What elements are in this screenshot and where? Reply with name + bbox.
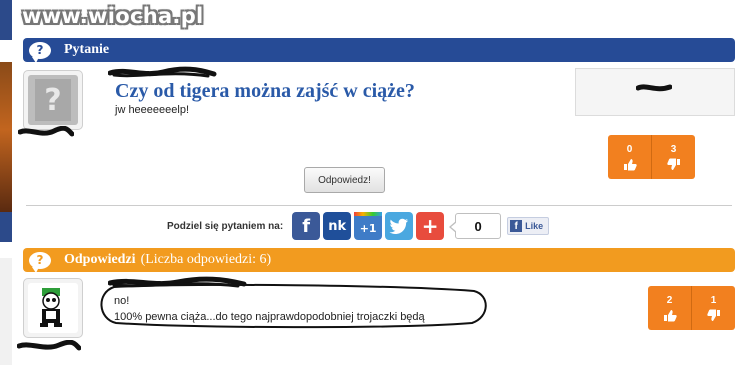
divider [26, 205, 732, 206]
share-row: Podziel się pytaniem na: f nk +1 + 0 f L… [167, 212, 550, 240]
twitter-bird-icon [389, 218, 409, 234]
answers-header-title: Odpowiedzi [64, 252, 136, 267]
answer-body: no! 100% pewna ciąża...do tego najprawdo… [114, 293, 425, 325]
facebook-icon[interactable]: f [292, 212, 321, 240]
thumbs-down-icon [666, 158, 680, 170]
nk-label: nk [328, 218, 347, 234]
question-bubble-icon: ? [29, 41, 51, 63]
vote-up-count: 0 [626, 143, 633, 155]
answers-header-bar: ? Odpowiedzi (Liczba odpowiedzi: 6) [23, 248, 735, 273]
nk-icon[interactable]: nk [323, 212, 352, 240]
like-label: Like [525, 221, 544, 231]
redacted-username-scribble [108, 66, 217, 78]
thumbs-up-icon [623, 158, 637, 170]
thumbs-up-icon [663, 309, 677, 321]
background-strip [0, 258, 12, 365]
twitter-icon[interactable] [385, 212, 414, 240]
vote-down-count: 1 [710, 294, 717, 306]
question-vote-box: 0 3 [608, 135, 695, 179]
share-count: 0 [449, 213, 502, 239]
answer-button[interactable]: Odpowiedz! [304, 167, 385, 193]
share-label: Podziel się pytaniem na: [167, 220, 284, 232]
redacted-text-scribble [636, 84, 672, 92]
vote-down-button[interactable]: 1 [691, 286, 735, 330]
background-strip [0, 212, 12, 242]
redacted-username-scribble [17, 340, 81, 351]
background-strip [0, 62, 12, 212]
question-title[interactable]: Czy od tigera można zajść w ciąże? [115, 80, 415, 103]
vote-up-button[interactable]: 0 [608, 135, 651, 179]
vote-up-button[interactable]: 2 [648, 286, 691, 330]
answers-bubble-icon: ? [29, 251, 51, 273]
answer-line-1: no! [114, 295, 130, 307]
add-icon[interactable]: + [416, 212, 445, 240]
svg-text:?: ? [44, 83, 61, 118]
default-avatar-icon: ? [35, 79, 71, 121]
background-strip [0, 0, 12, 40]
redacted-username-scribble [18, 126, 74, 137]
vote-up-count: 2 [666, 294, 673, 306]
vote-down-count: 3 [670, 143, 677, 155]
question-body: jw heeeeeeelp! [115, 104, 190, 116]
question-header-title: Pytanie [64, 42, 110, 57]
panda-avatar-icon [40, 288, 62, 327]
facebook-small-icon: f [510, 220, 523, 232]
answers-count: (Liczba odpowiedzi: 6) [140, 252, 272, 267]
answer-vote-box: 2 1 [648, 286, 735, 330]
facebook-like-button[interactable]: f Like [507, 217, 550, 235]
answer-author-avatar[interactable] [23, 278, 83, 338]
vote-down-button[interactable]: 3 [651, 135, 695, 179]
answer-line-2: 100% pewna ciąża...do tego najprawdopodo… [114, 311, 425, 323]
thumbs-down-icon [706, 309, 720, 321]
site-watermark: www.wiocha.pl [22, 4, 204, 28]
question-header-bar: ? Pytanie [23, 38, 735, 63]
question-author-avatar[interactable]: ? [23, 70, 83, 130]
google-plus-icon[interactable]: +1 [354, 212, 383, 240]
